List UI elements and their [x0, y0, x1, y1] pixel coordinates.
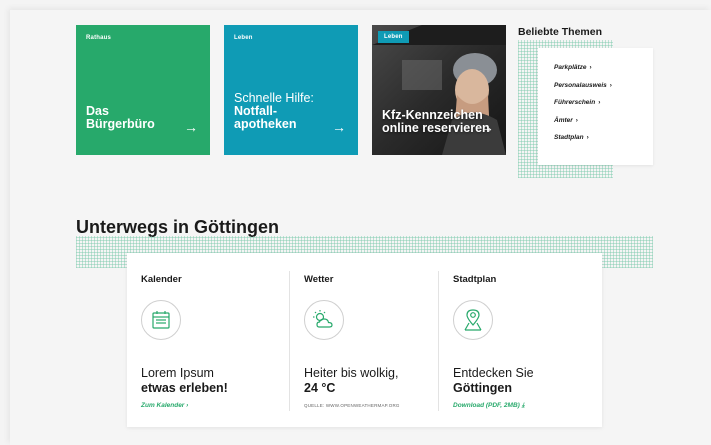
card-wetter: Wetter Heiter bis wolkig, 24 °C QUELLE: …	[290, 253, 438, 427]
chevron-right-icon: ›	[598, 99, 601, 106]
themen-link-stadtplan[interactable]: Stadtplan ›	[554, 134, 653, 141]
card-line1: Lorem Ipsum	[141, 366, 214, 380]
card-line2: etwas erleben!	[141, 381, 228, 395]
card-line2: Göttingen	[453, 381, 513, 395]
chevron-right-icon: ›	[589, 64, 592, 71]
tile-title: Das Bürgerbüro	[86, 105, 161, 131]
chevron-right-icon: ›	[575, 116, 578, 124]
arrow-right-icon: →	[184, 119, 198, 135]
tile-title-bold: Notfall-apotheken	[234, 104, 297, 131]
tile-title: Schnelle Hilfe: Notfall-apotheken	[234, 92, 314, 131]
tile-buergerbuero[interactable]: Rathaus Das Bürgerbüro →	[76, 25, 210, 155]
tile-category: Rathaus	[86, 35, 112, 41]
themen-link-aemter[interactable]: Ämter ›	[554, 117, 653, 124]
card-heading: Kalender	[141, 274, 182, 285]
link-label: Stadtplan	[554, 134, 584, 141]
info-cards: Kalender Lorem Ipsum etwas erleben! Zum …	[127, 253, 602, 427]
beliebte-themen-box: Parkplätze › Personalausweis › Führerschei…	[538, 48, 653, 165]
themen-link-parkplaetze[interactable]: Parkplätze ›	[554, 64, 653, 71]
woman-in-car-photo	[372, 25, 506, 155]
card-heading: Wetter	[304, 274, 334, 285]
tile-title-bold: Das Bürgerbüro	[86, 104, 155, 131]
weather-source: QUELLE: WWW.OPENWEATHERMAP.ORG	[304, 403, 400, 408]
card-stadtplan: Stadtplan Entdecken Sie Göttingen Downlo…	[439, 253, 587, 427]
beliebte-themen-title: Beliebte Themen	[518, 26, 603, 38]
themen-link-personalausweis[interactable]: Personalausweis ›	[554, 82, 653, 89]
section-title: Unterwegs in Göttingen	[76, 217, 280, 237]
zum-kalender-link[interactable]: Zum Kalender ›	[141, 402, 188, 409]
chevron-right-icon: ›	[586, 134, 589, 141]
map-pin-icon	[453, 300, 493, 340]
tile-notfallapotheken[interactable]: Leben Schnelle Hilfe: Notfall-apotheken …	[224, 25, 358, 155]
card-line2: 24 °C	[304, 381, 336, 395]
tile-category: Leben	[234, 35, 253, 41]
download-stadtplan-link[interactable]: Download (PDF, 2MB) ⤓	[453, 402, 524, 410]
arrow-right-icon: →	[332, 119, 346, 135]
card-line1: Heiter bis wolkig,	[304, 366, 399, 380]
card-heading: Stadtplan	[453, 274, 497, 285]
arrow-right-icon: →	[480, 119, 494, 135]
cloud-sun-icon	[304, 300, 344, 340]
card-kalender: Kalender Lorem Ipsum etwas erleben! Zum …	[127, 253, 275, 427]
tile-category: Leben	[378, 31, 409, 43]
themen-link-fuehrerschein[interactable]: Führerschein ›	[554, 99, 653, 106]
card-line1: Entdecken Sie	[453, 366, 534, 380]
chevron-right-icon: ›	[609, 81, 612, 89]
themen-list: Parkplätze › Personalausweis › Führerschei…	[538, 48, 653, 141]
link-label: Personalausweis	[554, 81, 607, 89]
link-label: Ämter	[554, 116, 573, 124]
calendar-icon	[141, 300, 181, 340]
link-label: Parkplätze	[554, 64, 587, 71]
link-label: Führerschein	[554, 99, 596, 106]
tile-kfz-kennzeichen[interactable]: Leben Kfz-Kennzeichen online reservieren…	[372, 25, 506, 155]
